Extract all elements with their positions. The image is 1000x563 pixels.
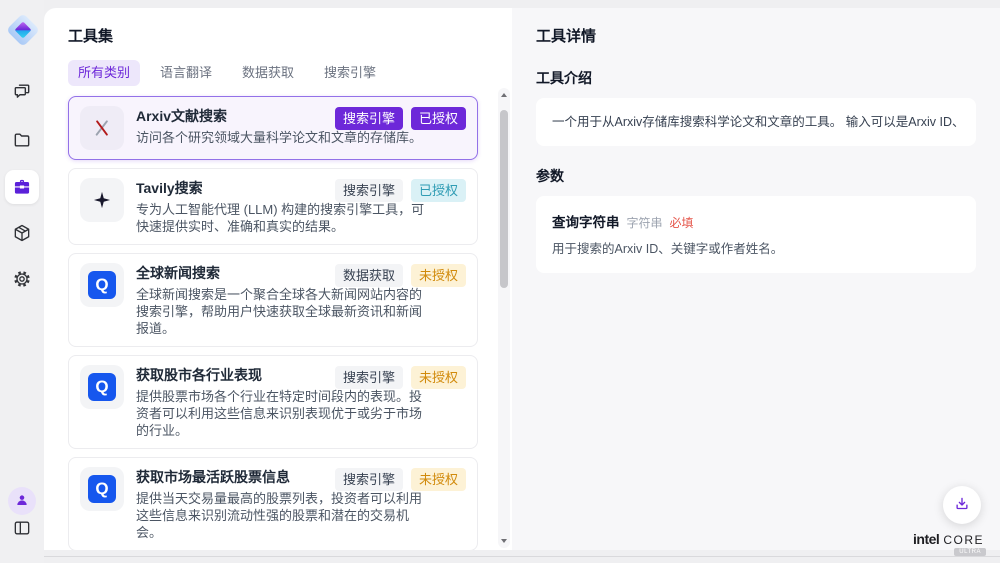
tool-card-arxiv[interactable]: Arxiv文献搜索访问各个研究领域大量科学论文和文章的存储库。搜索引擎已授权 [68,96,478,160]
left-rail [0,0,44,563]
tool-card-tavily[interactable]: Tavily搜索专为人工智能代理 (LLM) 构建的搜索引擎工具，可快速提供实时… [68,168,478,245]
tool-badges: 搜索引擎未授权 [335,468,466,491]
param-required-flag: 必填 [670,214,694,231]
scrollbar-thumb[interactable] [500,110,508,288]
category-badge: 搜索引擎 [335,107,403,130]
intro-text: 一个用于从Arxiv存储库搜索科学论文和文章的工具。 输入可以是Arxiv ID… [552,113,960,131]
tool-badges: 搜索引擎未授权 [335,366,466,389]
arxiv-icon [80,106,124,150]
intro-heading: 工具介绍 [536,69,976,87]
intel-wordmark: intel [913,531,939,547]
list-scrollbar[interactable] [498,88,510,548]
download-button[interactable] [943,486,981,524]
juhe-icon: Q [80,263,124,307]
tool-description: 提供当天交易量最高的股票列表，投资者可以利用这些信息来识别流动性强的股票和潜在的… [136,490,432,541]
tool-badges: 搜索引擎已授权 [335,107,466,130]
nav-chat-button[interactable] [5,74,39,108]
tool-badges: 搜索引擎已授权 [335,179,466,202]
scroll-up-icon[interactable] [501,93,507,97]
sidebar-toggle-button[interactable] [5,511,39,545]
nav-packages-button[interactable] [5,216,39,250]
category-badge: 搜索引擎 [335,468,403,491]
tools-panel: 工具集 所有类别语言翻译数据获取搜索引擎 Arxiv文献搜索访问各个研究领域大量… [44,8,512,550]
tool-detail-panel: 工具详情 工具介绍 一个用于从Arxiv存储库搜索科学论文和文章的工具。 输入可… [512,8,1000,550]
gear-icon [12,269,32,289]
auth-status-badge: 未授权 [411,366,466,389]
category-badge: 搜索引擎 [335,366,403,389]
detail-panel-title: 工具详情 [536,26,976,48]
auth-status-badge: 已授权 [411,107,466,130]
panel-toggle-icon [12,518,32,538]
tool-description: 提供股票市场各个行业在特定时间段内的表现。投资者可以利用这些信息来识别表现优于或… [136,388,432,439]
app-window: 工具集 所有类别语言翻译数据获取搜索引擎 Arxiv文献搜索访问各个研究领域大量… [0,0,1000,563]
tools-panel-title: 工具集 [68,26,512,48]
ultra-badge: ULTRA [954,548,986,556]
nav-settings-button[interactable] [5,262,39,296]
tool-list: Arxiv文献搜索访问各个研究领域大量科学论文和文章的存储库。搜索引擎已授权 Ta… [68,96,478,550]
nav-tools-button[interactable] [5,170,39,204]
cube-icon [12,223,32,243]
tool-badges: 数据获取未授权 [335,264,466,287]
juhe-icon: Q [80,365,124,409]
tool-card-stock-sector[interactable]: Q获取股市各行业表现提供股票市场各个行业在特定时间段内的表现。投资者可以利用这些… [68,355,478,449]
scroll-down-icon[interactable] [501,539,507,543]
param-header: 查询字符串 字符串 必填 [552,211,960,231]
tool-card-global-news[interactable]: Q全球新闻搜索全球新闻搜索是一个聚合全球各大新闻网站内容的搜索引擎，帮助用户快速… [68,253,478,347]
tab-all[interactable]: 所有类别 [68,60,140,86]
tab-data[interactable]: 数据获取 [232,60,304,86]
tab-translation[interactable]: 语言翻译 [150,60,222,86]
tool-description: 访问各个研究领域大量科学论文和文章的存储库。 [136,129,422,146]
param-desc: 用于搜索的Arxiv ID、关键字或作者姓名。 [552,240,960,258]
param-name: 查询字符串 [552,211,620,231]
tavily-icon [80,178,124,222]
auth-status-badge: 未授权 [411,264,466,287]
juhe-icon: Q [80,467,124,511]
core-wordmark: core [943,533,984,547]
toolbox-icon [12,177,32,197]
tool-card-stock-active[interactable]: Q获取市场最活跃股票信息提供当天交易量最高的股票列表，投资者可以利用这些信息来识… [68,457,478,550]
intel-core-logo: intel core ULTRA [913,531,984,547]
auth-status-badge: 已授权 [411,179,466,202]
tool-description: 专为人工智能代理 (LLM) 构建的搜索引擎工具，可快速提供实时、准确和真实的结… [136,201,432,235]
nav-files-button[interactable] [5,123,39,157]
chat-icon [12,81,32,101]
tab-search[interactable]: 搜索引擎 [314,60,386,86]
intro-card: 一个用于从Arxiv存储库搜索科学论文和文章的工具。 输入可以是Arxiv ID… [536,98,976,146]
folder-icon [12,130,32,150]
params-heading: 参数 [536,167,976,185]
person-icon [14,492,30,511]
window-bottom-edge [0,556,1000,557]
param-type: 字符串 [627,214,663,231]
category-badge: 数据获取 [335,264,403,287]
category-tabs: 所有类别语言翻译数据获取搜索引擎 [68,60,512,86]
download-icon [953,495,971,516]
category-badge: 搜索引擎 [335,179,403,202]
auth-status-badge: 未授权 [411,468,466,491]
app-logo-icon [9,16,37,44]
tool-description: 全球新闻搜索是一个聚合全球各大新闻网站内容的搜索引擎，帮助用户快速获取全球最新资… [136,286,432,337]
param-card: 查询字符串 字符串 必填 用于搜索的Arxiv ID、关键字或作者姓名。 [536,196,976,273]
